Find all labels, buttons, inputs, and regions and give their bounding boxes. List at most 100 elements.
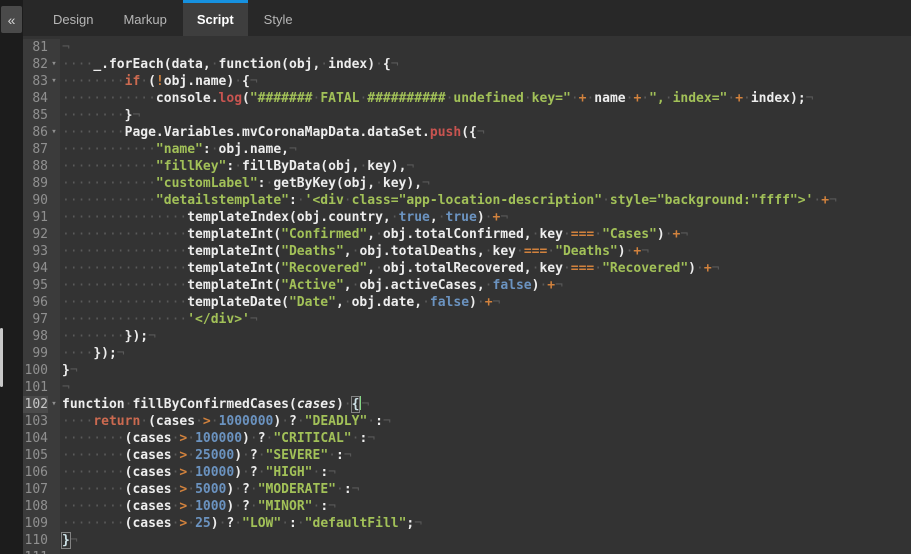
code-content: ¬	[60, 379, 911, 396]
line-number: 88	[23, 158, 48, 175]
fold-gutter	[48, 175, 60, 192]
line-number: 102	[23, 396, 48, 413]
code-content: ········(cases·>·1000)·?·"MINOR"·:¬	[60, 498, 911, 515]
code-line[interactable]: 111	[23, 549, 911, 554]
code-content: ········Page.Variables.mvCoronaMapData.d…	[60, 124, 911, 141]
line-number: 93	[23, 243, 48, 260]
fold-arrow-icon[interactable]: ▾	[48, 73, 60, 90]
code-line[interactable]: 90············"detailstemplate":·'<div·c…	[23, 192, 911, 209]
code-line[interactable]: 89 ············"customLabel":·getByKey(ob…	[23, 175, 911, 192]
code-content: ············"customLabel":·getByKey(obj,…	[60, 175, 911, 192]
line-number: 98	[23, 328, 48, 345]
code-line[interactable]: 85········}¬	[23, 107, 911, 124]
fold-arrow-icon[interactable]: ▾	[48, 124, 60, 141]
code-content: ········(cases·>·10000)·?·"HIGH"·:¬	[60, 464, 911, 481]
fold-gutter	[48, 277, 60, 294]
fold-gutter	[48, 413, 60, 430]
fold-gutter	[48, 294, 60, 311]
fold-gutter	[48, 226, 60, 243]
script-code-editor[interactable]: 81¬82▾····_.forEach(data,·function(obj,·…	[23, 36, 911, 554]
code-content: ········(cases·>·100000)·?·"CRITICAL"·:¬	[60, 430, 911, 447]
fold-gutter	[48, 430, 60, 447]
code-content: ········(cases·>·25000)·?·"SEVERE"·:¬	[60, 447, 911, 464]
line-number: 109	[23, 515, 48, 532]
code-line[interactable]: 81¬	[23, 39, 911, 56]
code-line[interactable]: 95················templateInt("Active",·…	[23, 277, 911, 294]
fold-arrow-icon[interactable]: ▾	[48, 56, 60, 73]
code-content: }¬	[60, 362, 911, 379]
fold-gutter	[48, 39, 60, 56]
line-number: 99	[23, 345, 48, 362]
tab-design[interactable]: Design	[39, 0, 107, 36]
code-line[interactable]: 104 ········(cases·>·100000)·?·"CRITICAL"…	[23, 430, 911, 447]
line-number: 87	[23, 141, 48, 158]
line-number: 86	[23, 124, 48, 141]
code-line[interactable]: 88 ············"fillKey":·fillByData(obj,…	[23, 158, 911, 175]
line-number: 107	[23, 481, 48, 498]
code-content	[60, 549, 911, 554]
tab-markup[interactable]: Markup	[109, 0, 180, 36]
tab-script[interactable]: Script	[183, 0, 248, 36]
fold-gutter	[48, 362, 60, 379]
code-line[interactable]: 83▾········if·(!obj.name)·{¬	[23, 73, 911, 90]
code-line[interactable]: 103 ····return·(cases·>·1000000)·?·"DEADL…	[23, 413, 911, 430]
fold-gutter	[48, 260, 60, 277]
line-number: 91	[23, 209, 48, 226]
line-number: 104	[23, 430, 48, 447]
fold-gutter	[48, 107, 60, 124]
code-line[interactable]: 93················templateInt("Deaths",·…	[23, 243, 911, 260]
code-line[interactable]: 107 ········(cases·>·5000)·?·"MODERATE"·:…	[23, 481, 911, 498]
fold-gutter	[48, 243, 60, 260]
code-line[interactable]: 109········(cases·>·25)·?·"LOW"·:·"defau…	[23, 515, 911, 532]
code-line[interactable]: 106 ········(cases·>·10000)·?·"HIGH"·:¬	[23, 464, 911, 481]
left-scrollbar-thumb[interactable]	[0, 328, 3, 387]
fold-gutter	[48, 141, 60, 158]
line-number: 106	[23, 464, 48, 481]
code-content: ················templateIndex(obj.countr…	[60, 209, 911, 226]
code-content: function·fillByConfirmedCases(cases)·{¬	[60, 396, 911, 413]
line-number: 82	[23, 56, 48, 73]
code-line[interactable]: 84············console.log("#######·FATAL…	[23, 90, 911, 107]
code-line[interactable]: 94················templateInt("Recovered…	[23, 260, 911, 277]
line-number: 97	[23, 311, 48, 328]
code-content: ····return·(cases·>·1000000)·?·"DEADLY"·…	[60, 413, 911, 430]
code-content: ············"detailstemplate":·'<div·cla…	[60, 192, 911, 209]
line-number: 103	[23, 413, 48, 430]
fold-gutter	[48, 90, 60, 107]
line-number: 89	[23, 175, 48, 192]
code-line[interactable]: 101¬	[23, 379, 911, 396]
fold-gutter	[48, 345, 60, 362]
fold-gutter	[48, 379, 60, 396]
code-line[interactable]: 99····});¬	[23, 345, 911, 362]
line-number: 100	[23, 362, 48, 379]
code-line[interactable]: 105 ········(cases·>·25000)·?·"SEVERE"·:¬	[23, 447, 911, 464]
line-number: 105	[23, 447, 48, 464]
code-line[interactable]: 91 ················templateIndex(obj.coun…	[23, 209, 911, 226]
code-content: ········});¬	[60, 328, 911, 345]
code-content: ················templateInt("Confirmed",…	[60, 226, 911, 243]
code-line[interactable]: 100 }¬	[23, 362, 911, 379]
code-line[interactable]: 108 ········(cases·>·1000)·?·"MINOR"·:¬	[23, 498, 911, 515]
code-content: ········(cases·>·5000)·?·"MODERATE"·:¬	[60, 481, 911, 498]
code-line[interactable]: 110}¬	[23, 532, 911, 549]
code-line[interactable]: 102▾function·fillByConfirmedCases(cases)…	[23, 396, 911, 413]
code-content: ················templateInt("Recovered",…	[60, 260, 911, 277]
line-number: 110	[23, 532, 48, 549]
fold-gutter	[48, 192, 60, 209]
code-line[interactable]: 96················templateDate("Date",·o…	[23, 294, 911, 311]
code-content: ¬	[60, 39, 911, 56]
code-line[interactable]: 98 ········});¬	[23, 328, 911, 345]
fold-arrow-icon[interactable]: ▾	[48, 396, 60, 413]
code-line[interactable]: 92················templateInt("Confirmed…	[23, 226, 911, 243]
code-line[interactable]: 97················'</div>'¬	[23, 311, 911, 328]
code-content: ····_.forEach(data,·function(obj,·index)…	[60, 56, 911, 73]
code-content: ············console.log("#######·FATAL·#…	[60, 90, 911, 107]
collapse-panel-button[interactable]: «	[1, 6, 22, 33]
line-number: 108	[23, 498, 48, 515]
fold-gutter	[48, 549, 60, 554]
code-content: ············"fillKey":·fillByData(obj,·k…	[60, 158, 911, 175]
code-line[interactable]: 82▾····_.forEach(data,·function(obj,·ind…	[23, 56, 911, 73]
tab-style[interactable]: Style	[250, 0, 307, 36]
code-line[interactable]: 86▾········Page.Variables.mvCoronaMapDat…	[23, 124, 911, 141]
code-line[interactable]: 87············"name":·obj.name,¬	[23, 141, 911, 158]
